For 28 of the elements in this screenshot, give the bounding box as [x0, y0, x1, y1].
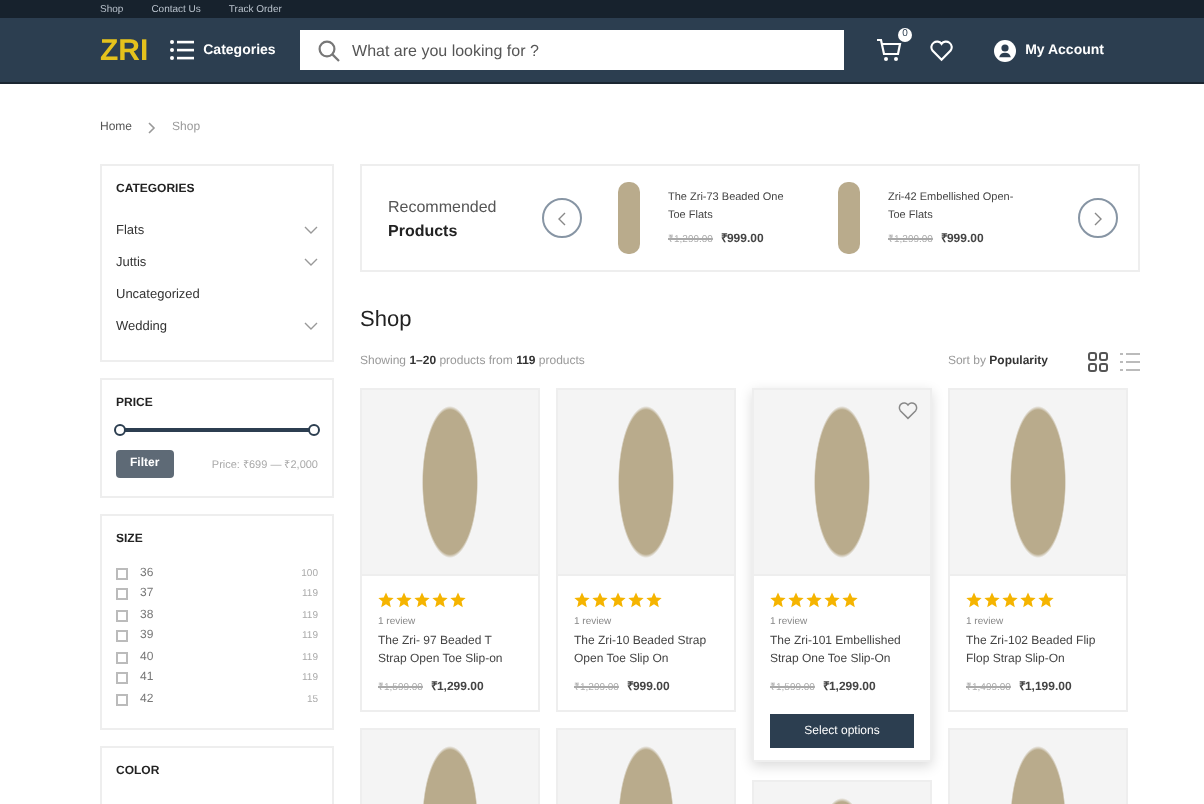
chevron-right-icon: [1094, 211, 1102, 225]
next-button[interactable]: [1078, 198, 1118, 238]
checkbox[interactable]: [116, 588, 128, 601]
checkbox[interactable]: [116, 609, 128, 622]
page-title: Shop: [360, 308, 414, 332]
list-view-icon[interactable]: [1120, 352, 1140, 372]
checkbox[interactable]: [116, 567, 128, 580]
logo[interactable]: ZRI: [100, 33, 170, 67]
chevron-down-icon[interactable]: [304, 226, 318, 234]
checkbox[interactable]: [116, 693, 128, 706]
search-field[interactable]: What are you looking for ?: [300, 30, 845, 70]
checkbox[interactable]: [116, 651, 128, 664]
checkbox[interactable]: [116, 630, 128, 643]
chevron-down-icon[interactable]: [304, 258, 318, 266]
user-icon: [993, 39, 1016, 61]
grid-view-icon[interactable]: [1088, 352, 1108, 372]
previous-button[interactable]: [542, 198, 582, 238]
recommended-title: Recommended: [388, 197, 499, 215]
chevron-right-icon: [148, 122, 157, 134]
cart-icon[interactable]: [876, 38, 903, 62]
checkbox[interactable]: [116, 672, 128, 685]
recommended-subtitle: Products: [388, 221, 460, 239]
search-icon: [318, 39, 341, 61]
photo-placeholder: [618, 182, 640, 254]
photo-placeholder: [838, 182, 860, 254]
chevron-down-icon[interactable]: [304, 322, 318, 330]
menu-icon: [169, 40, 194, 60]
chevron-left-icon: [558, 211, 566, 225]
